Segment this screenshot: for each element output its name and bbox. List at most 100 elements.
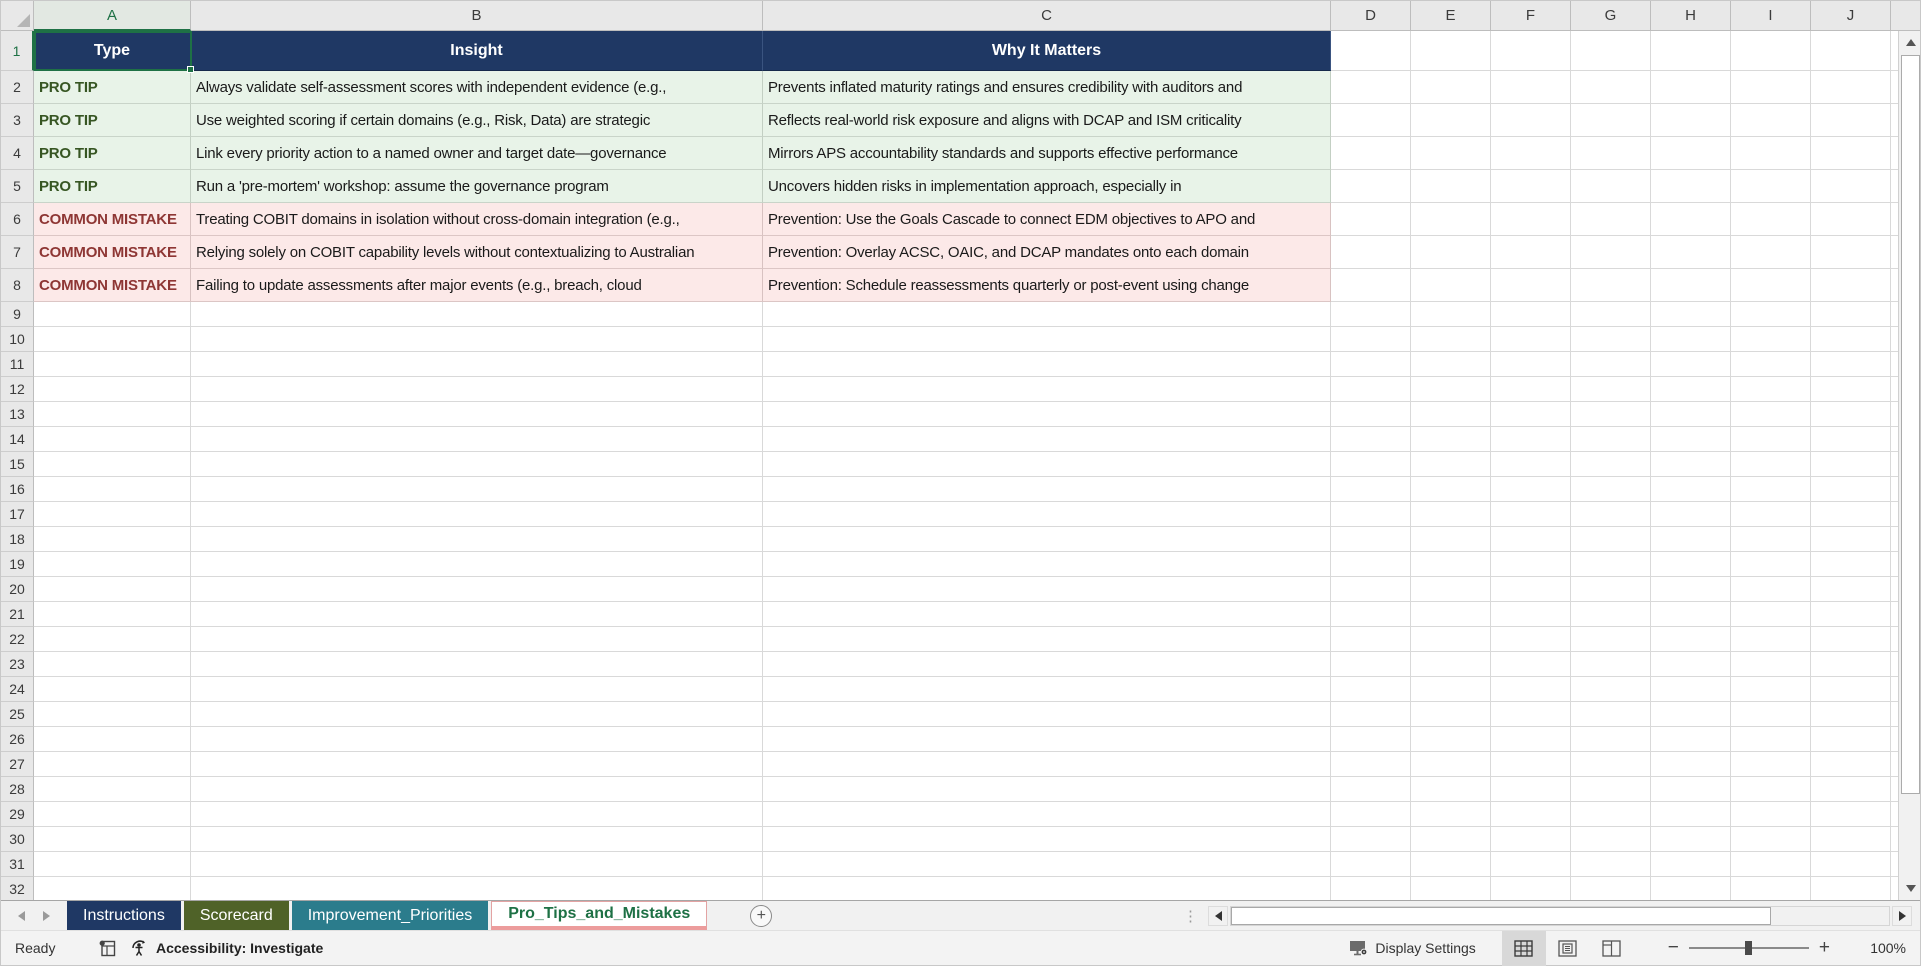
row-header-13[interactable]: 13 [1,402,34,427]
row-header-19[interactable]: 19 [1,552,34,577]
cell-C24[interactable] [763,677,1331,702]
cell-A26[interactable] [34,727,191,752]
cell-I13[interactable] [1731,402,1811,427]
cell-E2[interactable] [1411,71,1491,104]
cell-F22[interactable] [1491,627,1571,652]
cell-D22[interactable] [1331,627,1411,652]
cell-G18[interactable] [1571,527,1651,552]
cell-D30[interactable] [1331,827,1411,852]
accessibility-icon[interactable] [130,938,150,958]
row-header-30[interactable]: 30 [1,827,34,852]
cell-B9[interactable] [191,302,763,327]
tab-nav-right-icon[interactable] [43,910,50,921]
cell-C25[interactable] [763,702,1331,727]
cell-J25[interactable] [1811,702,1891,727]
row-header-32[interactable]: 32 [1,877,34,900]
row-header-23[interactable]: 23 [1,652,34,677]
cell-H17[interactable] [1651,502,1731,527]
cell-I12[interactable] [1731,377,1811,402]
cell-A29[interactable] [34,802,191,827]
cell-D9[interactable] [1331,302,1411,327]
cell-F12[interactable] [1491,377,1571,402]
cell-D7[interactable] [1331,236,1411,269]
cell-J12[interactable] [1811,377,1891,402]
zoom-in-button[interactable]: + [1809,937,1840,959]
row-header-28[interactable]: 28 [1,777,34,802]
cell-D15[interactable] [1331,452,1411,477]
cell-C7[interactable]: Prevention: Overlay ACSC, OAIC, and DCAP… [763,236,1331,269]
cell-C26[interactable] [763,727,1331,752]
cell-E21[interactable] [1411,602,1491,627]
cell-I17[interactable] [1731,502,1811,527]
cell-F18[interactable] [1491,527,1571,552]
cell-B14[interactable] [191,427,763,452]
cell-A14[interactable] [34,427,191,452]
column-header-J[interactable]: J [1811,1,1891,31]
hscroll-left-button[interactable] [1208,905,1228,926]
cell-H6[interactable] [1651,203,1731,236]
cell-E14[interactable] [1411,427,1491,452]
row-header-2[interactable]: 2 [1,71,34,104]
page-layout-view-button[interactable] [1546,931,1590,966]
cell-E10[interactable] [1411,327,1491,352]
cell-J27[interactable] [1811,752,1891,777]
cell-J4[interactable] [1811,137,1891,170]
row-header-9[interactable]: 9 [1,302,34,327]
cell-A30[interactable] [34,827,191,852]
cell-B15[interactable] [191,452,763,477]
cell-F3[interactable] [1491,104,1571,137]
cell-D20[interactable] [1331,577,1411,602]
cell-B8[interactable]: Failing to update assessments after majo… [191,269,763,302]
cell-B13[interactable] [191,402,763,427]
cell-H12[interactable] [1651,377,1731,402]
cell-E24[interactable] [1411,677,1491,702]
cell-B19[interactable] [191,552,763,577]
cell-G14[interactable] [1571,427,1651,452]
cell-E13[interactable] [1411,402,1491,427]
cell-J28[interactable] [1811,777,1891,802]
cell-H18[interactable] [1651,527,1731,552]
cell-J9[interactable] [1811,302,1891,327]
cell-A11[interactable] [34,352,191,377]
cell-F31[interactable] [1491,852,1571,877]
cell-H11[interactable] [1651,352,1731,377]
cell-J30[interactable] [1811,827,1891,852]
cell-F17[interactable] [1491,502,1571,527]
cell-G27[interactable] [1571,752,1651,777]
cell-D2[interactable] [1331,71,1411,104]
cell-C23[interactable] [763,652,1331,677]
scroll-down-button[interactable] [1901,879,1920,898]
cell-F24[interactable] [1491,677,1571,702]
column-header-C[interactable]: C [763,1,1331,31]
cell-H29[interactable] [1651,802,1731,827]
cell-G1[interactable] [1571,31,1651,71]
row-header-18[interactable]: 18 [1,527,34,552]
cell-I31[interactable] [1731,852,1811,877]
cell-J32[interactable] [1811,877,1891,900]
cell-C19[interactable] [763,552,1331,577]
cell-B11[interactable] [191,352,763,377]
cell-J5[interactable] [1811,170,1891,203]
cell-F1[interactable] [1491,31,1571,71]
cell-H24[interactable] [1651,677,1731,702]
cell-I28[interactable] [1731,777,1811,802]
cell-J19[interactable] [1811,552,1891,577]
cell-F27[interactable] [1491,752,1571,777]
cell-H22[interactable] [1651,627,1731,652]
cell-C2[interactable]: Prevents inflated maturity ratings and e… [763,71,1331,104]
select-all-button[interactable] [1,1,34,31]
cell-G15[interactable] [1571,452,1651,477]
cell-C28[interactable] [763,777,1331,802]
cell-F2[interactable] [1491,71,1571,104]
cell-J8[interactable] [1811,269,1891,302]
cell-E29[interactable] [1411,802,1491,827]
row-header-17[interactable]: 17 [1,502,34,527]
cell-F16[interactable] [1491,477,1571,502]
horizontal-scrollbar[interactable] [1230,905,1890,926]
row-header-11[interactable]: 11 [1,352,34,377]
cell-B25[interactable] [191,702,763,727]
cell-D26[interactable] [1331,727,1411,752]
cell-F29[interactable] [1491,802,1571,827]
cell-F14[interactable] [1491,427,1571,452]
cell-J14[interactable] [1811,427,1891,452]
